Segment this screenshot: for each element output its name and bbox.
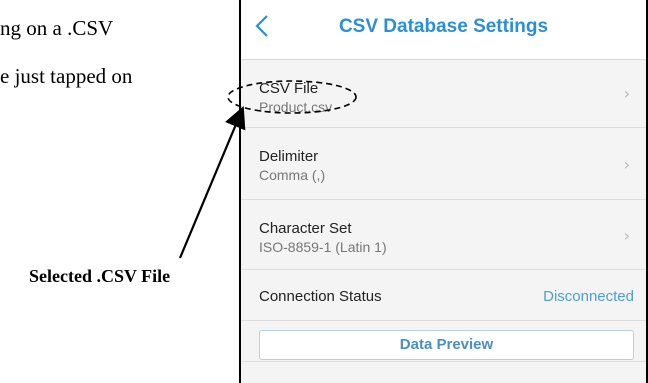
preview-button-area: Data Preview <box>241 321 646 362</box>
app-screen: CSV Database Settings CSV File Product.c… <box>239 0 648 383</box>
chevron-right-icon: › <box>623 226 630 245</box>
connection-status-row: Connection Status Disconnected <box>241 270 646 321</box>
chevron-right-icon: › <box>623 84 630 103</box>
app-header: CSV Database Settings <box>241 0 646 60</box>
callout-label: Selected .CSV File <box>29 266 171 286</box>
callout-arrow <box>178 105 246 259</box>
delimiter-value: Comma (,) <box>259 167 326 183</box>
document-text-line-2: e just tapped on <box>0 64 133 88</box>
chevron-right-icon: › <box>623 155 630 174</box>
csv-file-label: CSV File <box>259 80 319 97</box>
data-preview-button[interactable]: Data Preview <box>259 330 634 360</box>
connection-status-label: Connection Status <box>259 288 382 305</box>
page-title: CSV Database Settings <box>338 16 549 37</box>
csv-file-value: Product.csv <box>259 99 333 115</box>
connection-status-value: Disconnected <box>543 288 634 305</box>
character-set-label: Character Set <box>259 220 352 237</box>
csv-file-row[interactable]: CSV File Product.csv › <box>241 60 646 128</box>
document-text-line-1: ng on a .CSV <box>0 16 114 40</box>
character-set-value: ISO-8859-1 (Latin 1) <box>259 239 387 255</box>
character-set-row[interactable]: Character Set ISO-8859-1 (Latin 1) › <box>241 200 646 270</box>
delimiter-label: Delimiter <box>259 148 319 165</box>
delimiter-row[interactable]: Delimiter Comma (,) › <box>241 128 646 200</box>
